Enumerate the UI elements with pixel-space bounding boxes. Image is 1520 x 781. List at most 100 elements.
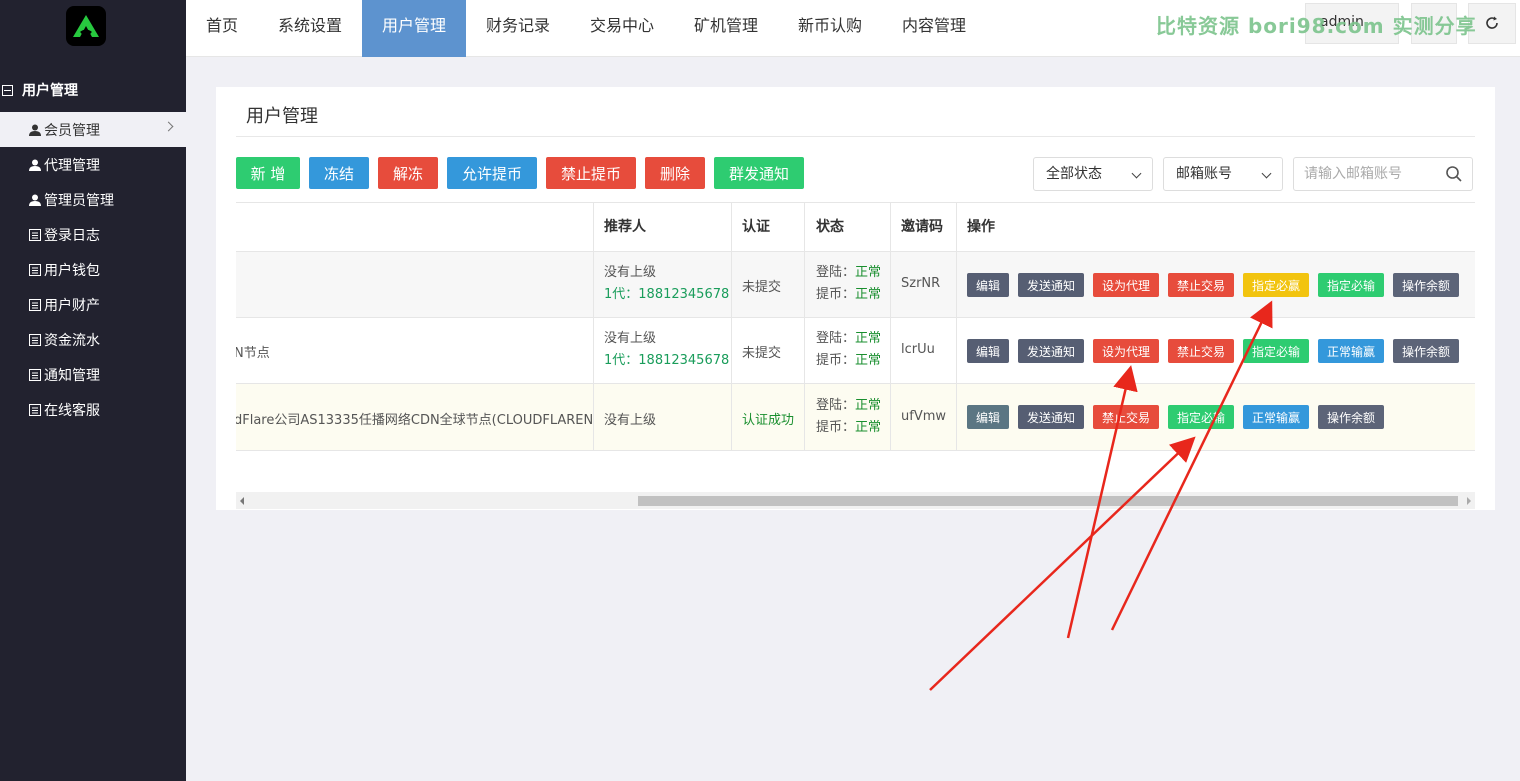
send-notice-button[interactable]: 发送通知 <box>1018 339 1084 363</box>
sidebar-item-fund-flow[interactable]: 资金流水 <box>0 322 186 357</box>
list-icon <box>28 403 41 416</box>
broadcast-notice-button[interactable]: 群发通知 <box>714 157 804 189</box>
list-icon <box>28 228 41 241</box>
sidebar-item-agents[interactable]: 代理管理 <box>0 147 186 182</box>
normal-result-button[interactable]: 正常输赢 <box>1318 339 1384 363</box>
nav-home[interactable]: 首页 <box>186 0 258 57</box>
sidebar-item-support[interactable]: 在线客服 <box>0 392 186 427</box>
freeze-button[interactable]: 冻结 <box>309 157 369 189</box>
search-field-value: 邮箱账号 <box>1176 166 1232 182</box>
ban-trade-button[interactable]: 禁止交易 <box>1093 405 1159 429</box>
invite-code-cell: lcrUu <box>901 342 935 357</box>
referrer-level1: 1代：18812345678 <box>604 353 730 368</box>
referrer-none: 没有上级 <box>604 265 657 280</box>
withdraw-label: 提币： <box>816 287 856 302</box>
collapse-icon <box>2 84 13 96</box>
set-agent-button[interactable]: 设为代理 <box>1093 339 1159 363</box>
adjust-balance-button[interactable]: 操作余额 <box>1393 273 1459 297</box>
edit-button[interactable]: 编辑 <box>967 273 1009 297</box>
adjust-balance-button[interactable]: 操作余额 <box>1318 405 1384 429</box>
status-cell: 登陆：正常 提币：正常 <box>816 328 881 372</box>
horizontal-scrollbar[interactable] <box>236 492 1475 509</box>
list-icon <box>28 368 41 381</box>
app-logo[interactable] <box>66 6 106 46</box>
search-box <box>1293 157 1473 191</box>
search-field-select[interactable]: 邮箱账号 <box>1163 157 1283 191</box>
nav-content-management[interactable]: 内容管理 <box>890 0 978 57</box>
invite-code-cell: ufVmw <box>901 409 947 424</box>
sidebar-item-assets[interactable]: 用户财产 <box>0 287 186 322</box>
force-lose-button[interactable]: 指定必输 <box>1318 273 1384 297</box>
user-icon <box>28 193 41 206</box>
sidebar-item-label: 资金流水 <box>44 332 100 349</box>
nav-trading-center[interactable]: 交易中心 <box>578 0 666 57</box>
search-input[interactable] <box>1304 159 1444 189</box>
status-filter-value: 全部状态 <box>1046 166 1102 182</box>
edit-button[interactable]: 编辑 <box>967 405 1009 429</box>
scroll-left-icon[interactable] <box>240 497 244 505</box>
status-filter-select[interactable]: 全部状态 <box>1033 157 1153 191</box>
sidebar-item-label: 在线客服 <box>44 402 100 419</box>
withdraw-status: 正常 <box>855 353 882 368</box>
content-panel: 用户管理 新 增 冻结 解冻 允许提币 禁止提币 删除 群发通知 全部状态 邮箱… <box>216 87 1495 510</box>
status-cell: 登陆：正常 提币：正常 <box>816 395 881 439</box>
set-agent-button[interactable]: 设为代理 <box>1093 273 1159 297</box>
add-button[interactable]: 新 增 <box>236 157 300 189</box>
scrollbar-thumb[interactable] <box>638 496 1458 506</box>
list-icon <box>28 298 41 311</box>
sidebar-group-user-management[interactable]: 用户管理 <box>0 74 186 106</box>
adjust-balance-button[interactable]: 操作余额 <box>1393 339 1459 363</box>
nav-new-coin-subscription[interactable]: 新币认购 <box>786 0 874 57</box>
table-row: dFlare公司AS13335任播网络CDN全球节点(CLOUDFLAREN 没… <box>236 384 1475 451</box>
nav-finance-records[interactable]: 财务记录 <box>474 0 562 57</box>
force-win-button[interactable]: 指定必赢 <box>1243 273 1309 297</box>
ip-location-cell: N节点 <box>236 346 270 361</box>
edit-button[interactable]: 编辑 <box>967 339 1009 363</box>
login-label: 登陆： <box>816 331 856 346</box>
sidebar-item-label: 管理员管理 <box>44 192 114 209</box>
forbid-withdraw-button[interactable]: 禁止提币 <box>546 157 636 189</box>
unfreeze-button[interactable]: 解冻 <box>378 157 438 189</box>
sidebar-item-notifications[interactable]: 通知管理 <box>0 357 186 392</box>
delete-button[interactable]: 删除 <box>645 157 705 189</box>
allow-withdraw-button[interactable]: 允许提币 <box>447 157 537 189</box>
sidebar-item-login-log[interactable]: 登录日志 <box>0 217 186 252</box>
sidebar-item-label: 用户财产 <box>44 297 100 314</box>
send-notice-button[interactable]: 发送通知 <box>1018 273 1084 297</box>
nav-mining-management[interactable]: 矿机管理 <box>682 0 770 57</box>
nav-user-management[interactable]: 用户管理 <box>362 0 466 57</box>
column-divider <box>890 203 891 451</box>
force-lose-button[interactable]: 指定必输 <box>1168 405 1234 429</box>
login-label: 登陆： <box>816 265 856 280</box>
ban-trade-button[interactable]: 禁止交易 <box>1168 339 1234 363</box>
column-divider <box>804 203 805 451</box>
list-icon <box>28 333 41 346</box>
scroll-right-icon[interactable] <box>1467 497 1471 505</box>
header-operations: 操作 <box>967 219 995 235</box>
login-status: 正常 <box>855 331 882 346</box>
force-lose-button[interactable]: 指定必输 <box>1243 339 1309 363</box>
nav-system-settings[interactable]: 系统设置 <box>264 0 356 57</box>
sidebar-item-wallet[interactable]: 用户钱包 <box>0 252 186 287</box>
referrer-level1: 1代：18812345678 <box>604 287 730 302</box>
header-status: 状态 <box>816 219 844 235</box>
sidebar-item-members[interactable]: 会员管理 <box>0 112 186 147</box>
withdraw-status: 正常 <box>855 287 882 302</box>
ban-trade-button[interactable]: 禁止交易 <box>1168 273 1234 297</box>
withdraw-status: 正常 <box>855 420 882 435</box>
sidebar-group-label: 用户管理 <box>22 83 78 99</box>
chevron-down-icon <box>1131 168 1142 179</box>
sidebar-item-admins[interactable]: 管理员管理 <box>0 182 186 217</box>
sidebar-item-label: 用户钱包 <box>44 262 100 279</box>
referrer-cell: 没有上级 <box>604 413 657 428</box>
column-divider <box>731 203 732 451</box>
divider <box>236 136 1475 137</box>
search-icon[interactable] <box>1446 166 1462 182</box>
watermark-text: 比特资源 bori98.com 实测分享 <box>1156 14 1477 38</box>
users-table: 推荐人 认证 状态 邀请码 操作 没有上级 1代：18812345678 未提交… <box>236 202 1475 451</box>
sidebar-item-label: 通知管理 <box>44 367 100 384</box>
top-navbar: 首页 系统设置 用户管理 财务记录 交易中心 矿机管理 新币认购 内容管理 ad… <box>186 0 1520 57</box>
table-header: 推荐人 认证 状态 邀请码 操作 <box>236 203 1475 252</box>
send-notice-button[interactable]: 发送通知 <box>1018 405 1084 429</box>
normal-result-button[interactable]: 正常输赢 <box>1243 405 1309 429</box>
